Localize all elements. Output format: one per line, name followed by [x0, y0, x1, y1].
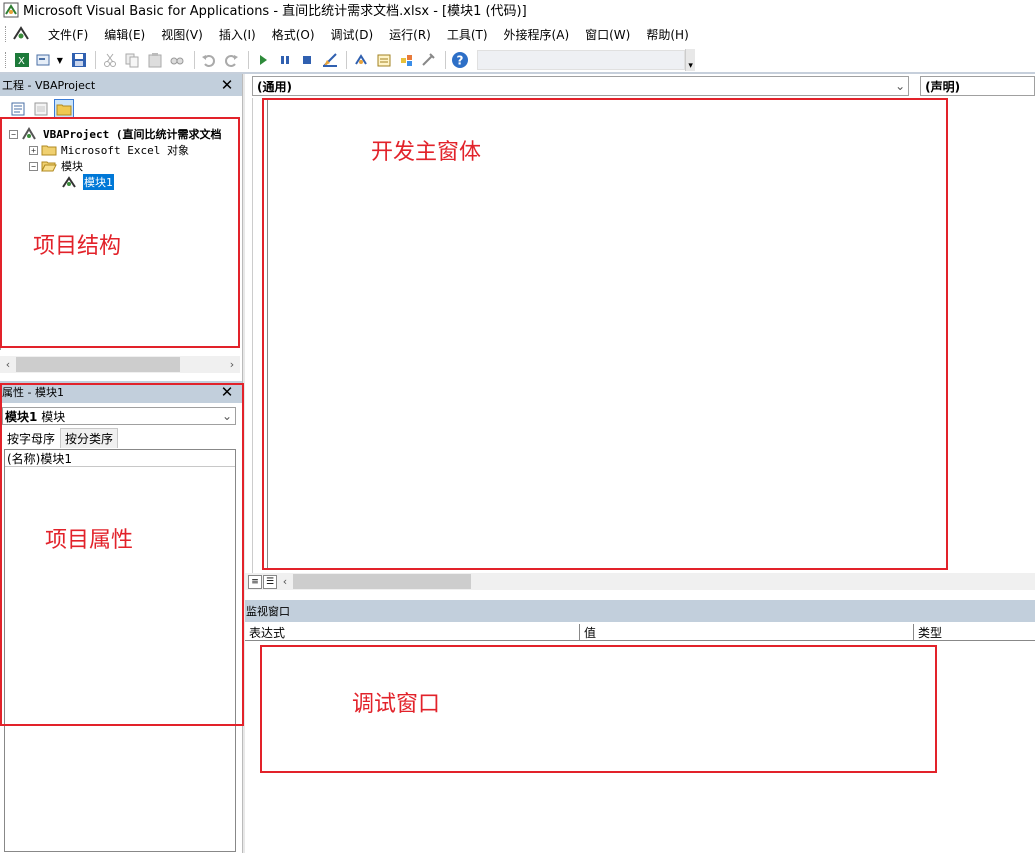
menu-bar: 文件(F) 编辑(E) 视图(V) 插入(I) 格式(O) 调试(D) 运行(R… — [0, 22, 1035, 46]
svg-text:?: ? — [456, 54, 463, 68]
annotation-box-main-window — [262, 98, 948, 570]
procedure-combo[interactable]: (声明) — [920, 76, 1035, 96]
find-icon[interactable] — [168, 50, 187, 70]
procedure-combo-value: (声明) — [925, 79, 961, 94]
menu-file[interactable]: 文件(F) — [40, 26, 96, 43]
vba-app-icon[interactable] — [3, 2, 19, 18]
column-expression[interactable]: 表达式 — [245, 624, 580, 641]
toolbar-options-icon[interactable]: ▾ — [685, 49, 696, 71]
run-icon[interactable] — [253, 50, 272, 70]
annotation-label-project-structure: 项目结构 — [33, 234, 122, 259]
toolbar-separator — [445, 51, 447, 69]
annotation-label-main-window: 开发主窗体 — [371, 140, 482, 165]
object-combo-value: (通用) — [257, 79, 292, 94]
scroll-left-icon[interactable]: ‹ — [0, 358, 16, 371]
toolbox-icon[interactable] — [419, 50, 438, 70]
watch-window-header: 监视窗口 — [245, 600, 1035, 622]
toolbar-separator — [194, 51, 195, 69]
paste-icon[interactable] — [145, 50, 164, 70]
menu-window[interactable]: 窗口(W) — [577, 26, 638, 43]
toolbar-separator — [247, 51, 249, 69]
scroll-right-icon[interactable]: › — [224, 358, 240, 371]
object-combo[interactable]: (通用) ⌄ — [252, 76, 910, 96]
column-type[interactable]: 类型 — [914, 624, 1035, 641]
window-title: Microsoft Visual Basic for Applications … — [23, 4, 527, 19]
column-value[interactable]: 值 — [580, 624, 914, 641]
full-module-view-icon[interactable]: ☰ — [263, 574, 277, 589]
project-tree-scrollbar[interactable]: ‹ › — [0, 356, 240, 373]
chevron-down-icon[interactable]: ⌄ — [892, 79, 908, 93]
menu-run[interactable]: 运行(R) — [381, 26, 439, 43]
menu-edit[interactable]: 编辑(E) — [96, 26, 153, 43]
design-mode-icon[interactable] — [320, 50, 339, 70]
properties-icon[interactable] — [374, 50, 393, 70]
watch-window-title: 监视窗口 — [246, 605, 290, 618]
chevron-down-icon[interactable]: ▼ — [57, 56, 63, 65]
copy-icon[interactable] — [123, 50, 142, 70]
menu-view[interactable]: 视图(V) — [153, 26, 211, 43]
project-pane-title: 工程 - VBAProject — [2, 79, 96, 92]
svg-text:X: X — [18, 56, 25, 67]
excel-icon[interactable]: X — [12, 50, 31, 70]
menu-format[interactable]: 格式(O) — [264, 26, 323, 43]
toggle-folders-icon[interactable] — [54, 99, 74, 119]
annotation-box-project-properties — [0, 383, 244, 726]
break-icon[interactable] — [275, 50, 294, 70]
code-window-combos: (通用) ⌄ (声明) — [252, 76, 1035, 96]
cut-icon[interactable] — [100, 50, 119, 70]
toolbar-separator — [346, 51, 348, 69]
toolbar-position-field — [476, 50, 686, 70]
object-browser-icon[interactable] — [396, 50, 415, 70]
procedure-view-icon[interactable]: ≡ — [248, 574, 262, 589]
help-icon[interactable]: ? — [450, 50, 469, 70]
project-pane-header: 工程 - VBAProject ✕ — [0, 74, 242, 96]
view-object-icon[interactable] — [31, 99, 51, 119]
scrollbar-thumb[interactable] — [16, 357, 180, 372]
menu-addins[interactable]: 外接程序(A) — [496, 26, 578, 43]
code-window-footer: ≡ ☰ ‹ — [245, 573, 1035, 590]
close-icon[interactable]: ✕ — [218, 76, 236, 94]
menubar-grip[interactable] — [5, 26, 8, 42]
watch-columns: 表达式 值 类型 — [245, 624, 1035, 641]
toolbar-grip[interactable] — [5, 52, 8, 68]
undo-icon[interactable] — [199, 50, 218, 70]
annotation-label-debug-window: 调试窗口 — [352, 692, 441, 717]
toolbar-separator — [95, 51, 97, 69]
vba-menu-icon[interactable] — [12, 25, 30, 43]
project-explorer-icon[interactable] — [351, 50, 370, 70]
save-icon[interactable] — [69, 50, 88, 70]
annotation-label-project-properties: 项目属性 — [45, 528, 134, 553]
menu-tools[interactable]: 工具(T) — [439, 26, 496, 43]
reset-icon[interactable] — [298, 50, 317, 70]
view-code-icon[interactable] — [8, 99, 28, 119]
menu-help[interactable]: 帮助(H) — [638, 26, 696, 43]
insert-userform-icon[interactable] — [34, 50, 53, 70]
menu-insert[interactable]: 插入(I) — [211, 26, 264, 43]
title-bar: Microsoft Visual Basic for Applications … — [0, 0, 1035, 19]
scrollbar-thumb[interactable] — [293, 574, 471, 589]
standard-toolbar: X ▼ ? ▾ — [0, 48, 696, 72]
watch-splitter[interactable] — [245, 590, 1035, 600]
redo-icon[interactable] — [221, 50, 240, 70]
scroll-left-icon[interactable]: ‹ — [277, 575, 293, 588]
menu-debug[interactable]: 调试(D) — [323, 26, 382, 43]
